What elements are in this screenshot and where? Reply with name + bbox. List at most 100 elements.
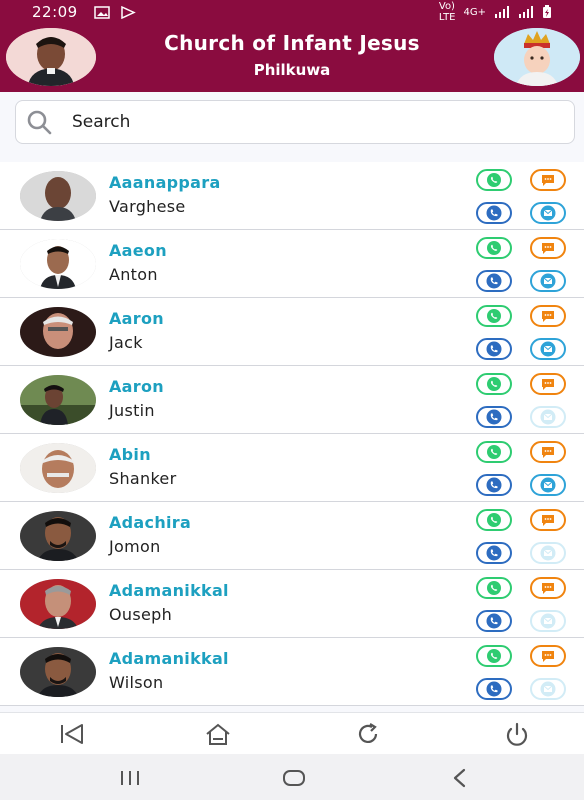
email-button-disabled (530, 610, 566, 632)
phone-icon (486, 681, 502, 697)
phone-icon (486, 613, 502, 629)
mail-icon (540, 545, 556, 561)
email-button[interactable] (530, 202, 566, 224)
contact-photo (20, 511, 96, 561)
contact-photo (20, 171, 96, 221)
whatsapp-button[interactable] (476, 169, 512, 191)
search-input[interactable] (72, 112, 512, 132)
contact-name: Jomon (109, 537, 161, 556)
contact-photo (20, 443, 96, 493)
call-button[interactable] (476, 270, 512, 292)
contact-row[interactable]: Aaron Justin (0, 366, 584, 434)
call-button[interactable] (476, 338, 512, 360)
sms-button[interactable] (530, 237, 566, 259)
contact-row[interactable]: Adamanikkal Wilson (0, 638, 584, 706)
contact-surname: Aaron (109, 309, 164, 328)
sms-button[interactable] (530, 577, 566, 599)
power-icon[interactable] (503, 721, 531, 747)
app-bottom-bar (0, 712, 584, 754)
recent-apps-icon[interactable] (116, 766, 144, 790)
contact-surname: Abin (109, 445, 151, 464)
status-bar: 22:09 Vo) LTE 4G+ (0, 0, 584, 24)
whatsapp-button[interactable] (476, 645, 512, 667)
sms-icon (542, 651, 554, 662)
contact-surname: Aaron (109, 377, 164, 396)
email-button[interactable] (530, 474, 566, 496)
contact-surname: Adamanikkal (109, 649, 229, 668)
contact-name: Ouseph (109, 605, 173, 624)
email-button-disabled (530, 542, 566, 564)
whatsapp-icon (487, 241, 501, 255)
email-button-disabled (530, 406, 566, 428)
contact-row[interactable]: Abin Shanker (0, 434, 584, 502)
whatsapp-button[interactable] (476, 441, 512, 463)
mail-icon (540, 681, 556, 697)
call-button[interactable] (476, 542, 512, 564)
infant-jesus-avatar[interactable] (494, 28, 580, 86)
home-icon[interactable] (204, 721, 232, 747)
sms-button[interactable] (530, 169, 566, 191)
contact-surname: Aaeon (109, 241, 167, 260)
contact-photo (20, 239, 96, 289)
contact-row[interactable]: Aaanappara Varghese (0, 162, 584, 230)
phone-icon (486, 409, 502, 425)
mail-icon (540, 477, 556, 493)
mail-icon (540, 205, 556, 221)
phone-icon (486, 545, 502, 561)
whatsapp-icon (487, 173, 501, 187)
whatsapp-button[interactable] (476, 237, 512, 259)
back-icon[interactable] (58, 721, 86, 747)
network-type: 4G+ (463, 6, 487, 18)
email-button[interactable] (530, 338, 566, 360)
whatsapp-icon (487, 581, 501, 595)
contact-surname: Adamanikkal (109, 581, 229, 600)
signal-icon (495, 6, 509, 18)
contact-name: Varghese (109, 197, 186, 216)
whatsapp-icon (487, 377, 501, 391)
sms-icon (542, 175, 554, 186)
call-button[interactable] (476, 202, 512, 224)
contact-name: Jack (109, 333, 143, 352)
status-time: 22:09 (32, 3, 78, 21)
whatsapp-button[interactable] (476, 373, 512, 395)
phone-icon (486, 273, 502, 289)
contact-list[interactable]: Aaanappara Varghese Aaeon Anton Aaron Ja… (0, 162, 584, 708)
sms-button[interactable] (530, 373, 566, 395)
phone-icon (486, 341, 502, 357)
contact-row[interactable]: Adachira Jomon (0, 502, 584, 570)
sms-button[interactable] (530, 645, 566, 667)
call-button[interactable] (476, 474, 512, 496)
system-nav-bar (0, 754, 584, 800)
play-notification-icon (120, 5, 136, 19)
sms-button[interactable] (530, 305, 566, 327)
call-button[interactable] (476, 406, 512, 428)
contact-surname: Adachira (109, 513, 192, 532)
mail-icon (540, 613, 556, 629)
search-bar[interactable] (15, 100, 575, 144)
contact-photo (20, 579, 96, 629)
sms-button[interactable] (530, 509, 566, 531)
contact-row[interactable]: Adamanikkal Ouseph (0, 570, 584, 638)
whatsapp-button[interactable] (476, 305, 512, 327)
contact-name: Anton (109, 265, 158, 284)
contact-row[interactable]: Aaron Jack (0, 298, 584, 366)
mail-icon (540, 409, 556, 425)
whatsapp-button[interactable] (476, 577, 512, 599)
refresh-icon[interactable] (354, 721, 382, 747)
home-nav-icon[interactable] (280, 766, 308, 790)
call-button[interactable] (476, 610, 512, 632)
contact-row[interactable]: Aaeon Anton (0, 230, 584, 298)
phone-icon (486, 477, 502, 493)
sms-icon (542, 243, 554, 254)
whatsapp-button[interactable] (476, 509, 512, 531)
battery-charging-icon (543, 5, 551, 18)
contact-photo (20, 375, 96, 425)
sms-button[interactable] (530, 441, 566, 463)
sms-icon (542, 515, 554, 526)
whatsapp-icon (487, 513, 501, 527)
contact-name: Justin (109, 401, 155, 420)
back-nav-icon[interactable] (446, 766, 474, 790)
call-button[interactable] (476, 678, 512, 700)
email-button[interactable] (530, 270, 566, 292)
mail-icon (540, 341, 556, 357)
